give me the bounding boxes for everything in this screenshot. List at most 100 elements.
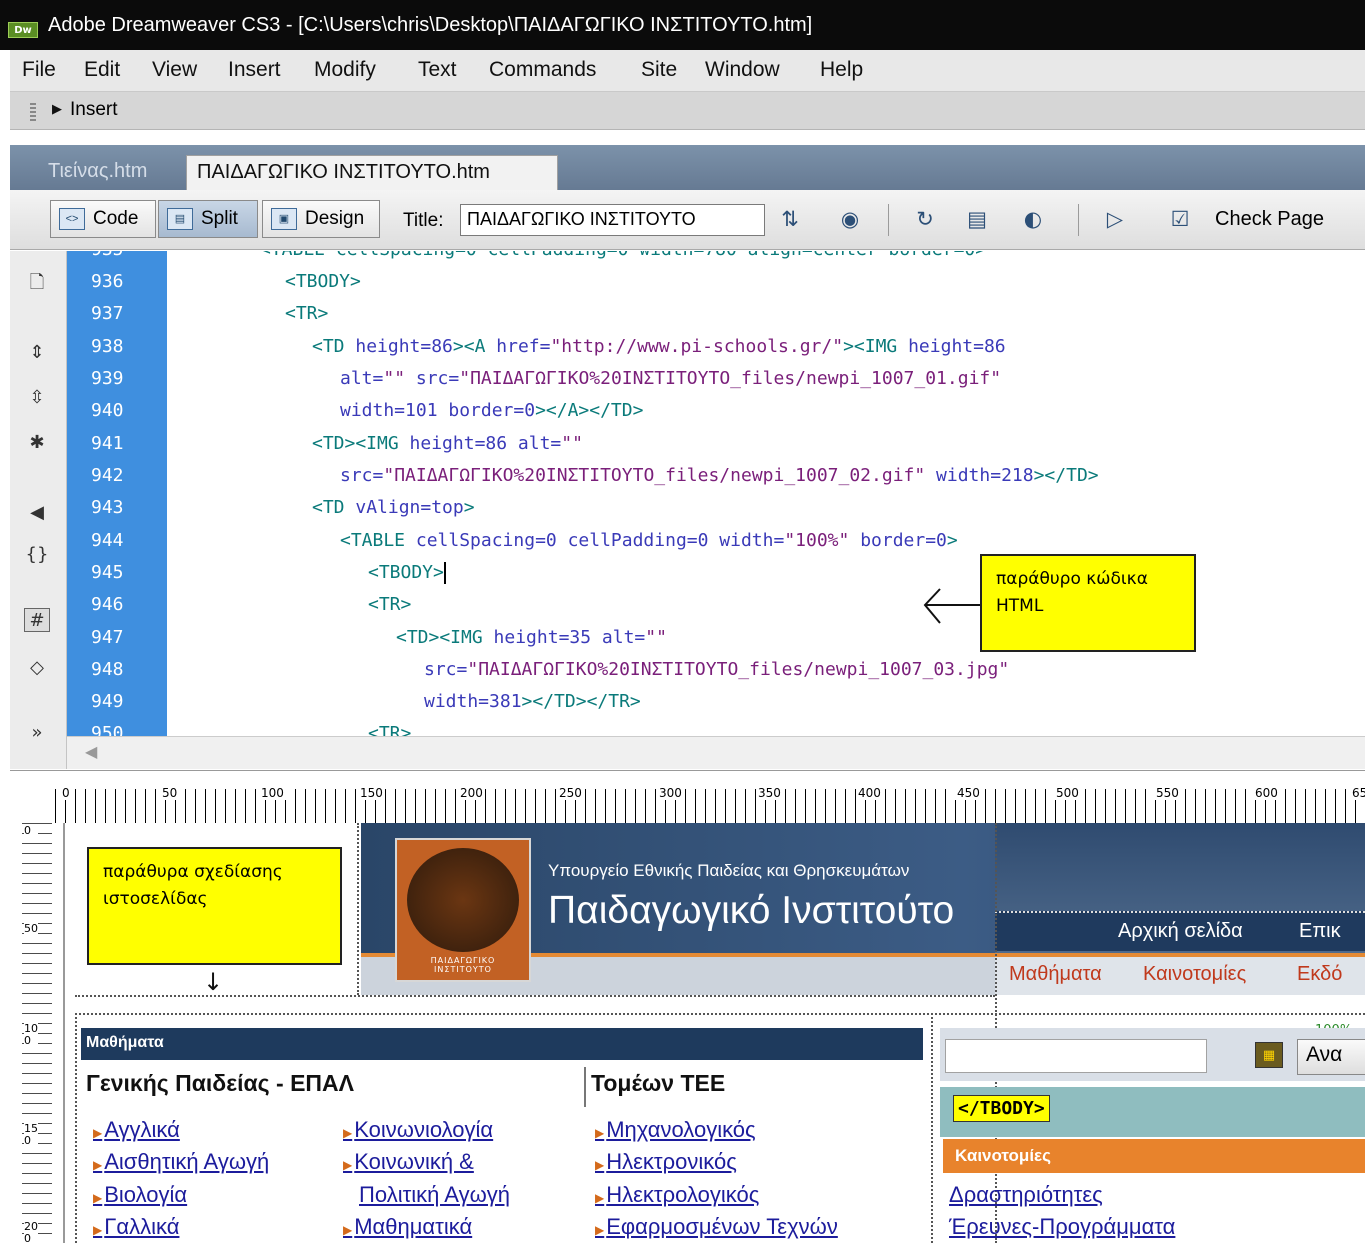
institute-title: Παιδαγωγικό Ινστιτούτο [548, 889, 955, 932]
tab-tieinas[interactable]: Τιείνας.htm [38, 155, 157, 190]
page-title-input[interactable]: ΠΑΙΔΑΓΩΓΙΚΟ ΙΝΣΤΙΤΟΥΤΟ [460, 204, 765, 236]
menu-file[interactable]: File [22, 58, 56, 82]
design-view-button[interactable]: ▣ Design [262, 200, 380, 238]
code-attr: src= [424, 659, 468, 680]
nav-link-mathimata[interactable]: Μαθήματα [1009, 963, 1102, 986]
menu-help[interactable]: Help [820, 58, 863, 82]
vertical-ruler: 0 50 100 150 200 [20, 823, 65, 1243]
link-french[interactable]: ▶Γαλλικά [93, 1214, 179, 1240]
menu-site[interactable]: Site [641, 58, 677, 82]
menu-modify[interactable]: Modify [314, 58, 376, 82]
code-tag: <TD><IMG [312, 433, 410, 454]
code-tag: ><IMG [843, 336, 909, 357]
link-applied-arts[interactable]: ▶Εφαρμοσμένων Τεχνών [595, 1214, 838, 1240]
link-social[interactable]: ▶Κοινωνική & [343, 1149, 474, 1175]
refresh-icon[interactable]: ↻ [910, 205, 940, 235]
horizontal-scrollbar[interactable]: ◀ [67, 736, 1365, 769]
link-mechanical[interactable]: ▶Μηχανολογικός [595, 1117, 756, 1143]
menu-window[interactable]: Window [705, 58, 780, 82]
highlight-invalid-code-icon[interactable]: ◇ [24, 656, 50, 680]
split-view-button[interactable]: ▤ Split [158, 200, 258, 238]
line-number: 939 [91, 368, 124, 389]
validate-markup-icon[interactable]: ▷ [1100, 205, 1130, 235]
code-line: <TABLE cellSpacing=0 cellPadding=0 width… [260, 251, 986, 260]
design-view-panel[interactable]: ΠΑΙΔΑΓΩΓΙΚΟ ΙΝΣΤΙΤΟΥΤΟ Υπουργείο Εθνικής… [65, 823, 1365, 1243]
expand-all-icon[interactable]: ✱ [24, 431, 50, 455]
code-tag: ></TD> [1033, 465, 1099, 486]
line-number: 944 [91, 530, 124, 551]
general-education-heading: Γενικής Παιδείας - ΕΠΑΛ [81, 1067, 586, 1107]
site-search-input[interactable] [945, 1039, 1207, 1073]
horizontal-ruler: 0 50 100 150 200 250 300 350 400 450 500… [10, 770, 1365, 823]
line-numbers-icon[interactable]: # [24, 608, 50, 632]
menu-text[interactable]: Text [418, 58, 457, 82]
code-tag: <TD><IMG [396, 627, 494, 648]
search-button[interactable]: Ανα [1297, 1039, 1365, 1075]
link-text: Γαλλικά [104, 1214, 180, 1239]
link-english[interactable]: ▶Αγγλικά [93, 1117, 180, 1143]
collapse-tag-icon[interactable]: ⇕ [24, 341, 50, 365]
line-number: 948 [91, 659, 124, 680]
code-tag: <TABLE [340, 530, 416, 551]
design-window-callout: παράθυρα σχεδίασης ιστοσελίδας [87, 847, 342, 965]
link-biology[interactable]: ▶Βιολογία [93, 1182, 187, 1208]
select-parent-tag-icon[interactable]: ◀ [24, 501, 50, 525]
link-activities[interactable]: Δραστηριότητες [949, 1182, 1103, 1208]
open-documents-icon[interactable]: 🗋 [24, 271, 50, 295]
link-research-programs[interactable]: Έρευνες-Προγράμματα [949, 1214, 1175, 1240]
bullet-icon: ▶ [93, 1191, 103, 1205]
link-sociology[interactable]: ▶Κοινωνιολογία [343, 1117, 493, 1143]
code-attr: src= [415, 368, 460, 389]
expand-arrow-icon[interactable]: ▶ [52, 102, 62, 117]
more-tools-chevron-icon[interactable]: » [24, 721, 50, 745]
collapse-selection-icon[interactable]: ⇳ [24, 386, 50, 410]
check-page-icon[interactable]: ☑ [1165, 205, 1195, 235]
preview-browser-icon[interactable]: ◉ [835, 205, 865, 235]
code-value: "ΠΑΙΔΑΓΩΓΙΚΟ%20ΙΝΣΤΙΤΟΥΤΟ_files/newpi_10… [467, 659, 1010, 680]
balance-braces-icon[interactable]: {} [24, 543, 50, 567]
code-window-callout: παράθυρο κώδικα HTML [980, 554, 1196, 652]
file-management-icon[interactable]: ⇅ [775, 205, 805, 235]
nav-link-ekdoseis[interactable]: Εκδό [1297, 963, 1342, 986]
check-page-button[interactable]: Check Page [1215, 208, 1324, 231]
tbody-tag-marker[interactable]: </TBODY> [953, 1095, 1050, 1122]
code-view-panel[interactable]: 🗋 ⇕ ⇳ ✱ ◀ {} # ◇ » 935 936 937 938 939 9… [10, 251, 1365, 769]
insert-bar-label[interactable]: Insert [70, 99, 118, 121]
link-text: Αγγλικά [104, 1117, 180, 1142]
link-electrical[interactable]: ▶Ηλεκτρολογικός [595, 1182, 759, 1208]
tee-sectors-heading: Τομέων ΤΕΕ [591, 1070, 726, 1096]
code-attr: src= [340, 465, 384, 486]
down-arrow-icon: ↓ [203, 968, 224, 996]
menu-view[interactable]: View [152, 58, 197, 82]
visual-aids-icon[interactable]: ◐ [1018, 205, 1048, 235]
window-title: Adobe Dreamweaver CS3 - [C:\Users\chris\… [48, 14, 813, 36]
form-element-icon[interactable]: ▦ [1255, 1042, 1283, 1068]
insert-bar[interactable]: ▶ Insert [10, 92, 1365, 130]
code-line: src="ΠΑΙΔΑΓΩΓΙΚΟ%20ΙΝΣΤΙΤΟΥΤΟ_files/newp… [340, 465, 1099, 486]
logo-emblem-icon [407, 848, 519, 952]
nav-link-contact[interactable]: Επικ [1299, 920, 1341, 943]
view-options-icon[interactable]: ▤ [962, 205, 992, 235]
link-aesthetic[interactable]: ▶Αισθητική Αγωγή [93, 1149, 269, 1175]
menu-edit[interactable]: Edit [84, 58, 120, 82]
ministry-title: Υπουργείο Εθνικής Παιδείας και Θρησκευμά… [548, 861, 910, 880]
bullet-icon: ▶ [343, 1158, 353, 1172]
link-mathematics[interactable]: ▶Μαθηματικά [343, 1214, 472, 1240]
link-political[interactable]: Πολιτική Αγωγή [359, 1182, 510, 1208]
bullet-icon: ▶ [343, 1223, 353, 1237]
scroll-left-icon[interactable]: ◀ [85, 742, 97, 761]
menu-insert[interactable]: Insert [228, 58, 281, 82]
tab-paidagogiko[interactable]: ΠΑΙΔΑΓΩΓΙΚΟ ΙΝΣΤΙΤΟΥΤΟ.htm [186, 155, 558, 190]
code-line: <TD vAlign=top> [312, 497, 475, 518]
institute-logo[interactable]: ΠΑΙΔΑΓΩΓΙΚΟ ΙΝΣΤΙΤΟΥΤΟ [395, 838, 531, 982]
link-electronic[interactable]: ▶Ηλεκτρονικός [595, 1149, 737, 1175]
menu-commands[interactable]: Commands [489, 58, 596, 82]
nav-link-kainotomies[interactable]: Καινοτομίες [1143, 963, 1246, 986]
line-number: 938 [91, 336, 124, 357]
site-navigation: Αρχική σελίδα Επικ Μαθήματα Καινοτομίες … [995, 823, 1365, 995]
bullet-icon: ▶ [93, 1158, 103, 1172]
code-view-button[interactable]: <> Code [50, 200, 156, 238]
title-bar: Dw Adobe Dreamweaver CS3 - [C:\Users\chr… [0, 0, 1365, 50]
grip-handle-icon[interactable] [30, 101, 36, 121]
nav-link-home[interactable]: Αρχική σελίδα [1118, 920, 1243, 943]
